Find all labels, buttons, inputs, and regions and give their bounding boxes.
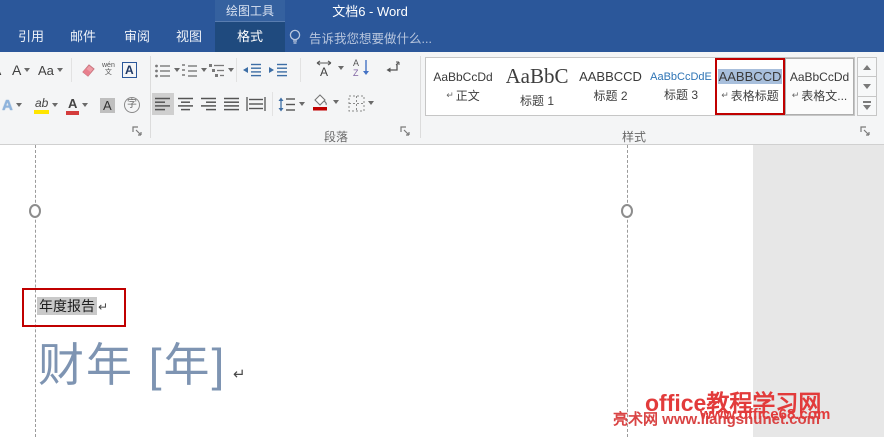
gallery-scroll-up-button[interactable] — [857, 57, 877, 78]
separator — [300, 58, 301, 82]
separator — [71, 58, 72, 82]
chevron-down-icon — [299, 102, 305, 106]
tab-review[interactable]: 审阅 — [112, 22, 162, 52]
chevron-down-icon — [333, 100, 339, 104]
tab-mailings[interactable]: 邮件 — [58, 22, 108, 52]
window-title: 文档6 - Word — [332, 4, 408, 19]
gallery-more-icon — [863, 101, 871, 104]
styles-dialog-launcher[interactable] — [860, 126, 871, 137]
separator — [236, 58, 237, 82]
style-item-normal[interactable]: AaBbCcDd ↵ 正文 — [426, 58, 500, 115]
watermark-line2b: www.office68.com — [700, 406, 831, 423]
ribbon-tab-row: 引用 邮件 审阅 视图 格式 告诉我您想要做什么... — [0, 22, 884, 52]
fiscal-year-title[interactable]: 财年 [年] — [38, 329, 226, 395]
chevron-down-icon — [24, 68, 31, 72]
clear-formatting-button[interactable] — [78, 59, 96, 81]
gallery-scroll-down-button[interactable] — [857, 76, 877, 97]
tell-me-label: 告诉我您想要做什么... — [309, 31, 432, 46]
chevron-down-icon — [863, 105, 871, 111]
line-spacing-button[interactable] — [278, 93, 305, 115]
tab-references[interactable]: 引用 — [6, 22, 56, 52]
gallery-more-button[interactable] — [857, 95, 877, 116]
chevron-down-icon — [201, 68, 207, 72]
group-separator — [420, 56, 421, 138]
chevron-down-icon — [15, 103, 22, 107]
styles-group-label: 样式 — [621, 130, 646, 144]
align-left-button[interactable] — [152, 93, 174, 115]
tab-format-active[interactable]: 格式 — [215, 22, 285, 52]
shading-button[interactable] — [310, 91, 339, 113]
character-border-button[interactable]: A — [122, 59, 137, 81]
shrink-font-button[interactable]: A — [12, 59, 31, 81]
chevron-down-icon — [56, 68, 63, 72]
report-subtitle-text[interactable]: 年度报告 ↵ — [37, 296, 108, 316]
separator — [272, 92, 273, 116]
font-dialog-launcher[interactable] — [132, 126, 143, 137]
chevron-down-icon — [174, 68, 180, 72]
contextual-tools-header: 绘图工具 — [215, 0, 285, 22]
font-color-button[interactable]: A — [66, 94, 89, 116]
paragraph-group-label: 段落 — [323, 130, 348, 144]
return-mark-icon: ↵ — [446, 89, 454, 100]
distribute-text-button[interactable] — [246, 93, 266, 115]
ribbon: A A Aa wén文 A A ab A A 字 — [0, 52, 884, 145]
enclose-characters-button[interactable]: 字 — [124, 94, 140, 116]
borders-button[interactable] — [348, 92, 374, 114]
style-item-heading1[interactable]: AaBbC 标题 1 — [500, 58, 574, 115]
tell-me-box[interactable]: 告诉我您想要做什么... — [288, 22, 432, 52]
style-item-table-text[interactable]: AaBbCcDd ↵ 表格文... — [785, 58, 854, 115]
textbox-resize-handle-right[interactable] — [621, 204, 633, 218]
sort-z-glyph: Z — [353, 68, 359, 77]
character-shading-button[interactable]: A — [100, 94, 115, 116]
grow-font-button[interactable]: A — [0, 59, 1, 81]
eraser-icon — [78, 63, 96, 77]
numbering-button[interactable] — [181, 59, 207, 81]
return-mark-icon: ↵ — [721, 90, 729, 100]
style-item-heading3[interactable]: AaBbCcDdE 标题 3 — [647, 58, 715, 115]
change-case-button[interactable]: Aa — [38, 59, 63, 81]
justify-button[interactable] — [224, 93, 240, 115]
chevron-down-icon — [863, 83, 871, 89]
chevron-down-icon — [52, 103, 59, 107]
title-bar: 绘图工具 文档6 - Word — [0, 0, 884, 22]
chevron-down-icon — [82, 103, 89, 107]
chevron-up-icon — [863, 64, 871, 70]
paragraph-dialog-launcher[interactable] — [400, 126, 411, 137]
return-mark-icon: ↵ — [98, 300, 109, 314]
sort-button[interactable]: A Z — [352, 56, 372, 78]
chevron-down-icon — [228, 68, 234, 72]
phonetic-guide-button[interactable]: wén 文 — [102, 58, 115, 80]
selected-text[interactable]: 年度报告 — [37, 297, 97, 315]
textbox-resize-handle-left[interactable] — [29, 204, 41, 218]
chevron-down-icon — [368, 101, 374, 105]
tab-view[interactable]: 视图 — [164, 22, 214, 52]
bullets-button[interactable] — [154, 59, 180, 81]
align-right-button[interactable] — [201, 93, 217, 115]
styles-gallery: AaBbCcDd ↵ 正文 AaBbC 标题 1 AABBCCD 标题 2 AaB… — [425, 57, 855, 116]
align-center-button[interactable] — [178, 93, 194, 115]
svg-text:A: A — [320, 65, 328, 77]
styles-gallery-scroll — [857, 57, 877, 116]
group-separator — [150, 56, 151, 138]
increase-indent-button[interactable] — [268, 59, 288, 81]
return-mark-icon: ↵ — [233, 366, 246, 383]
text-effects-button[interactable]: A — [2, 94, 22, 116]
sort-a-glyph: A — [353, 58, 359, 68]
document-area: 年度报告 ↵ 财年 [年] ↵ office教程学习网 亮术网 www.liang… — [0, 145, 884, 437]
asian-layout-button[interactable]: A — [315, 57, 344, 79]
textbox-right-border — [627, 145, 628, 437]
chevron-down-icon — [338, 66, 344, 70]
style-item-table-title-annotated[interactable]: AABBCCD ↵ 表格标题 — [715, 58, 785, 115]
text-highlight-color-button[interactable]: ab — [34, 94, 59, 116]
style-item-heading2[interactable]: AABBCCD 标题 2 — [574, 58, 647, 115]
return-mark-icon: ↵ — [791, 89, 800, 100]
show-hide-marks-button[interactable] — [385, 58, 401, 80]
multilevel-list-button[interactable] — [208, 59, 234, 81]
lightbulb-icon — [288, 29, 302, 45]
decrease-indent-button[interactable] — [242, 59, 262, 81]
